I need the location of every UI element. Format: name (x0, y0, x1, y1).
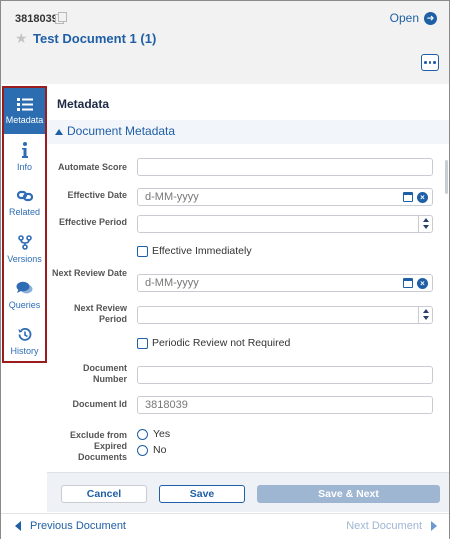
caret-right-icon (431, 521, 437, 531)
document-header: 3818039 Open ➜ ★ Test Document 1 (1) (1, 1, 449, 84)
document-panel: 3818039 Open ➜ ★ Test Document 1 (1) Met… (0, 0, 450, 539)
checkbox-box[interactable] (137, 245, 148, 257)
effective-date-label: Effective Date (67, 190, 127, 200)
number-spinner[interactable] (418, 216, 432, 232)
next-document-link[interactable]: Next Document (346, 520, 437, 532)
dot (424, 61, 427, 64)
effective-date-input[interactable]: d-MM-yyyy × (137, 188, 433, 206)
save-next-button[interactable]: Save & Next (257, 485, 440, 503)
sidebar-item-label: Queries (8, 299, 41, 310)
document-number-input[interactable] (137, 366, 433, 384)
document-id-label: 3818039 (15, 13, 58, 25)
checkbox-box[interactable] (137, 337, 148, 349)
document-navigation: Previous Document Next Document (1, 513, 449, 539)
sidebar-item-metadata[interactable]: Metadata (4, 88, 45, 134)
star-icon[interactable]: ★ (15, 30, 28, 47)
checkbox-label: Periodic Review not Required (152, 337, 291, 349)
branch-icon (17, 234, 32, 250)
list-icon (16, 97, 33, 111)
document-number-label: Document Number (82, 363, 127, 384)
open-label: Open (389, 11, 419, 25)
cancel-button[interactable]: Cancel (61, 485, 147, 503)
sidebar-item-label: History (10, 345, 39, 356)
exclude-expired-label: Exclude from Expired Documents (69, 430, 127, 462)
date-placeholder: d-MM-yyyy (145, 277, 199, 289)
section-header[interactable]: Document Metadata (47, 120, 449, 194)
effective-immediately-checkbox[interactable]: Effective Immediately (137, 245, 252, 257)
checkbox-label: Effective Immediately (152, 245, 252, 257)
calendar-icon[interactable] (403, 278, 413, 288)
scrollbar-thumb[interactable] (445, 160, 448, 194)
decrement-icon[interactable] (423, 225, 429, 229)
metadata-panel: Metadata Document Metadata Automate Scor… (47, 84, 449, 472)
date-placeholder: d-MM-yyyy (145, 191, 199, 203)
radio-circle[interactable] (137, 444, 148, 456)
more-options-button[interactable] (421, 54, 439, 71)
next-review-date-input[interactable]: d-MM-yyyy × (137, 274, 433, 292)
info-icon (21, 142, 28, 158)
next-document-label: Next Document (346, 520, 422, 532)
dot (433, 61, 436, 64)
caret-up-icon (55, 128, 63, 135)
open-link[interactable]: Open ➜ (390, 11, 437, 25)
sidebar-item-versions[interactable]: Versions (4, 226, 45, 272)
increment-icon[interactable] (423, 309, 429, 313)
radio-label: Yes (153, 428, 171, 440)
link-icon (16, 190, 33, 202)
history-icon (18, 327, 32, 341)
radio-yes[interactable]: Yes (137, 428, 170, 440)
copy-icon[interactable] (55, 12, 67, 24)
document-title: Test Document 1 (1) (33, 31, 157, 46)
radio-label: No (153, 444, 167, 456)
previous-document-link[interactable]: Previous Document (15, 520, 126, 532)
sidebar-item-queries[interactable]: Queries (4, 272, 45, 318)
calendar-icon[interactable] (403, 192, 413, 202)
next-review-period-label: Next Review Period (73, 303, 127, 324)
automate-score-input[interactable] (137, 158, 433, 176)
periodic-review-checkbox[interactable]: Periodic Review not Required (137, 337, 290, 349)
next-review-date-label: Next Review Date (51, 268, 127, 278)
chat-icon (16, 281, 33, 293)
sidebar-item-info[interactable]: Info (4, 134, 45, 180)
sidebar-item-related[interactable]: Related (4, 180, 45, 226)
action-bar: Cancel Save Save & Next (47, 472, 449, 512)
dot (428, 61, 432, 64)
automate-score-label: Automate Score (57, 162, 127, 172)
sidebar-item-label: Versions (7, 253, 42, 264)
next-review-period-input[interactable] (137, 306, 433, 324)
panel-title: Metadata (57, 97, 110, 111)
sidebar-item-label: Metadata (5, 114, 44, 125)
sidebar: Metadata Info Related Versions Queries H… (2, 86, 47, 363)
effective-period-label: Effective Period (58, 217, 127, 227)
number-spinner[interactable] (418, 307, 432, 323)
section-title: Document Metadata (67, 124, 176, 138)
arrow-right-icon: ➜ (424, 11, 437, 25)
document-id-field-label: Document Id (72, 399, 127, 409)
previous-document-label: Previous Document (30, 520, 126, 532)
clear-icon[interactable]: × (417, 278, 428, 289)
sidebar-item-label: Info (16, 162, 32, 172)
decrement-icon[interactable] (423, 316, 429, 320)
radio-no[interactable]: No (137, 444, 166, 456)
sidebar-item-label: Related (8, 207, 41, 217)
sidebar-item-history[interactable]: History (4, 318, 45, 364)
clear-icon[interactable]: × (417, 192, 428, 203)
caret-left-icon (15, 521, 21, 531)
effective-period-input[interactable] (137, 215, 433, 233)
save-button[interactable]: Save (159, 485, 245, 503)
radio-circle[interactable] (137, 428, 148, 440)
increment-icon[interactable] (423, 218, 429, 222)
document-id-input[interactable]: 3818039 (137, 396, 433, 414)
